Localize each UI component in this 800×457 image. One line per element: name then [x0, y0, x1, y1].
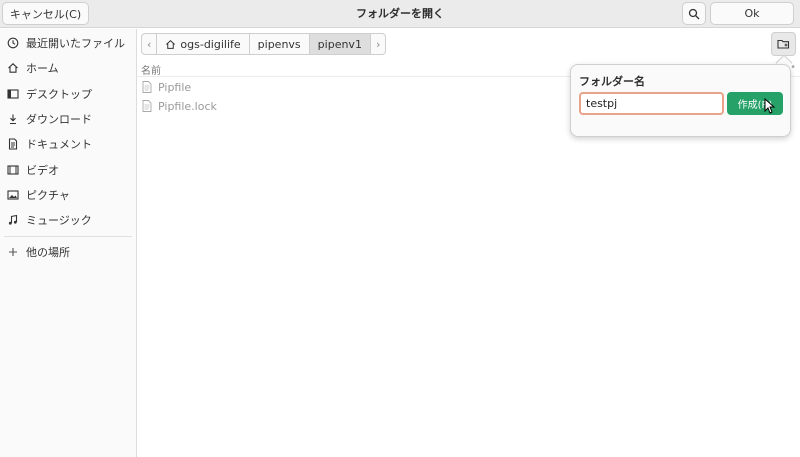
sidebar-item-label: ミュージック	[26, 214, 92, 227]
places-sidebar: 最近開いたファイル ホーム デスクトップ ダウンロード ドキュメント ビデオ ピ…	[0, 29, 137, 457]
sidebar-item-label: ホーム	[26, 62, 59, 75]
path-segment-home[interactable]: ogs-digilife	[157, 33, 250, 55]
sidebar-item-label: 最近開いたファイル	[26, 37, 125, 50]
video-icon	[7, 164, 19, 176]
folder-name-input[interactable]	[579, 92, 724, 115]
path-segment-label: ogs-digilife	[180, 37, 241, 51]
sidebar-item-label: ダウンロード	[26, 113, 92, 126]
clock-icon	[7, 37, 19, 49]
picture-icon	[7, 189, 19, 201]
new-folder-icon	[777, 39, 790, 49]
column-header-name[interactable]: 名前	[141, 62, 161, 77]
music-icon	[7, 214, 19, 226]
path-segment[interactable]: pipenvs	[249, 33, 310, 55]
path-segment-label: pipenv1	[317, 37, 362, 51]
sidebar-item-music[interactable]: ミュージック	[0, 209, 136, 231]
cancel-button[interactable]: キャンセル(C)	[2, 2, 89, 25]
sidebar-item-label: デスクトップ	[26, 88, 92, 101]
path-segment-label: pipenvs	[257, 37, 301, 51]
chevron-left-icon: ‹	[147, 37, 152, 51]
file-name: Pipfile	[158, 80, 192, 94]
plus-icon	[7, 246, 19, 258]
path-back-button[interactable]: ‹	[141, 33, 158, 55]
search-button[interactable]	[682, 2, 706, 25]
sidebar-item-documents[interactable]: ドキュメント	[0, 133, 136, 155]
file-name: Pipfile.lock	[158, 99, 217, 113]
sidebar-item-label: 他の場所	[26, 246, 70, 259]
chevron-right-icon: ›	[375, 37, 381, 51]
folder-name-label: フォルダー名	[579, 75, 645, 88]
ok-button[interactable]: Ok	[710, 2, 794, 25]
path-segment-current[interactable]: pipenv1	[309, 33, 371, 55]
sidebar-item-desktop[interactable]: デスクトップ	[0, 83, 136, 105]
desktop-icon	[7, 88, 19, 100]
new-folder-button[interactable]	[771, 32, 796, 56]
home-icon	[7, 62, 19, 74]
sidebar-separator	[4, 236, 132, 237]
text-file-icon	[142, 81, 152, 93]
download-icon	[7, 113, 19, 125]
home-icon	[166, 39, 176, 49]
sidebar-item-downloads[interactable]: ダウンロード	[0, 108, 136, 130]
sidebar-item-label: ピクチャ	[26, 189, 70, 202]
path-forward-button[interactable]: ›	[370, 33, 387, 55]
document-icon	[7, 138, 19, 150]
sidebar-item-recent[interactable]: 最近開いたファイル	[0, 32, 136, 54]
sidebar-item-other-places[interactable]: 他の場所	[0, 241, 136, 263]
list-item[interactable]: Pipfile.lock	[137, 96, 567, 116]
sidebar-item-label: ビデオ	[26, 164, 59, 177]
text-file-icon	[142, 100, 152, 112]
path-bar: ‹ ogs-digilife pipenvs pipenv1 ›	[141, 33, 387, 55]
sidebar-item-label: ドキュメント	[26, 138, 92, 151]
new-folder-popover: フォルダー名 作成(R)	[570, 64, 791, 137]
header-bar: キャンセル(C) フォルダーを開く Ok	[0, 0, 800, 28]
sidebar-item-pictures[interactable]: ピクチャ	[0, 184, 136, 206]
dialog-title: フォルダーを開く	[356, 7, 444, 20]
search-icon	[688, 8, 700, 19]
sidebar-item-videos[interactable]: ビデオ	[0, 159, 136, 181]
sidebar-item-home[interactable]: ホーム	[0, 57, 136, 79]
list-item[interactable]: Pipfile	[137, 77, 567, 97]
mouse-pointer-icon	[764, 98, 776, 114]
